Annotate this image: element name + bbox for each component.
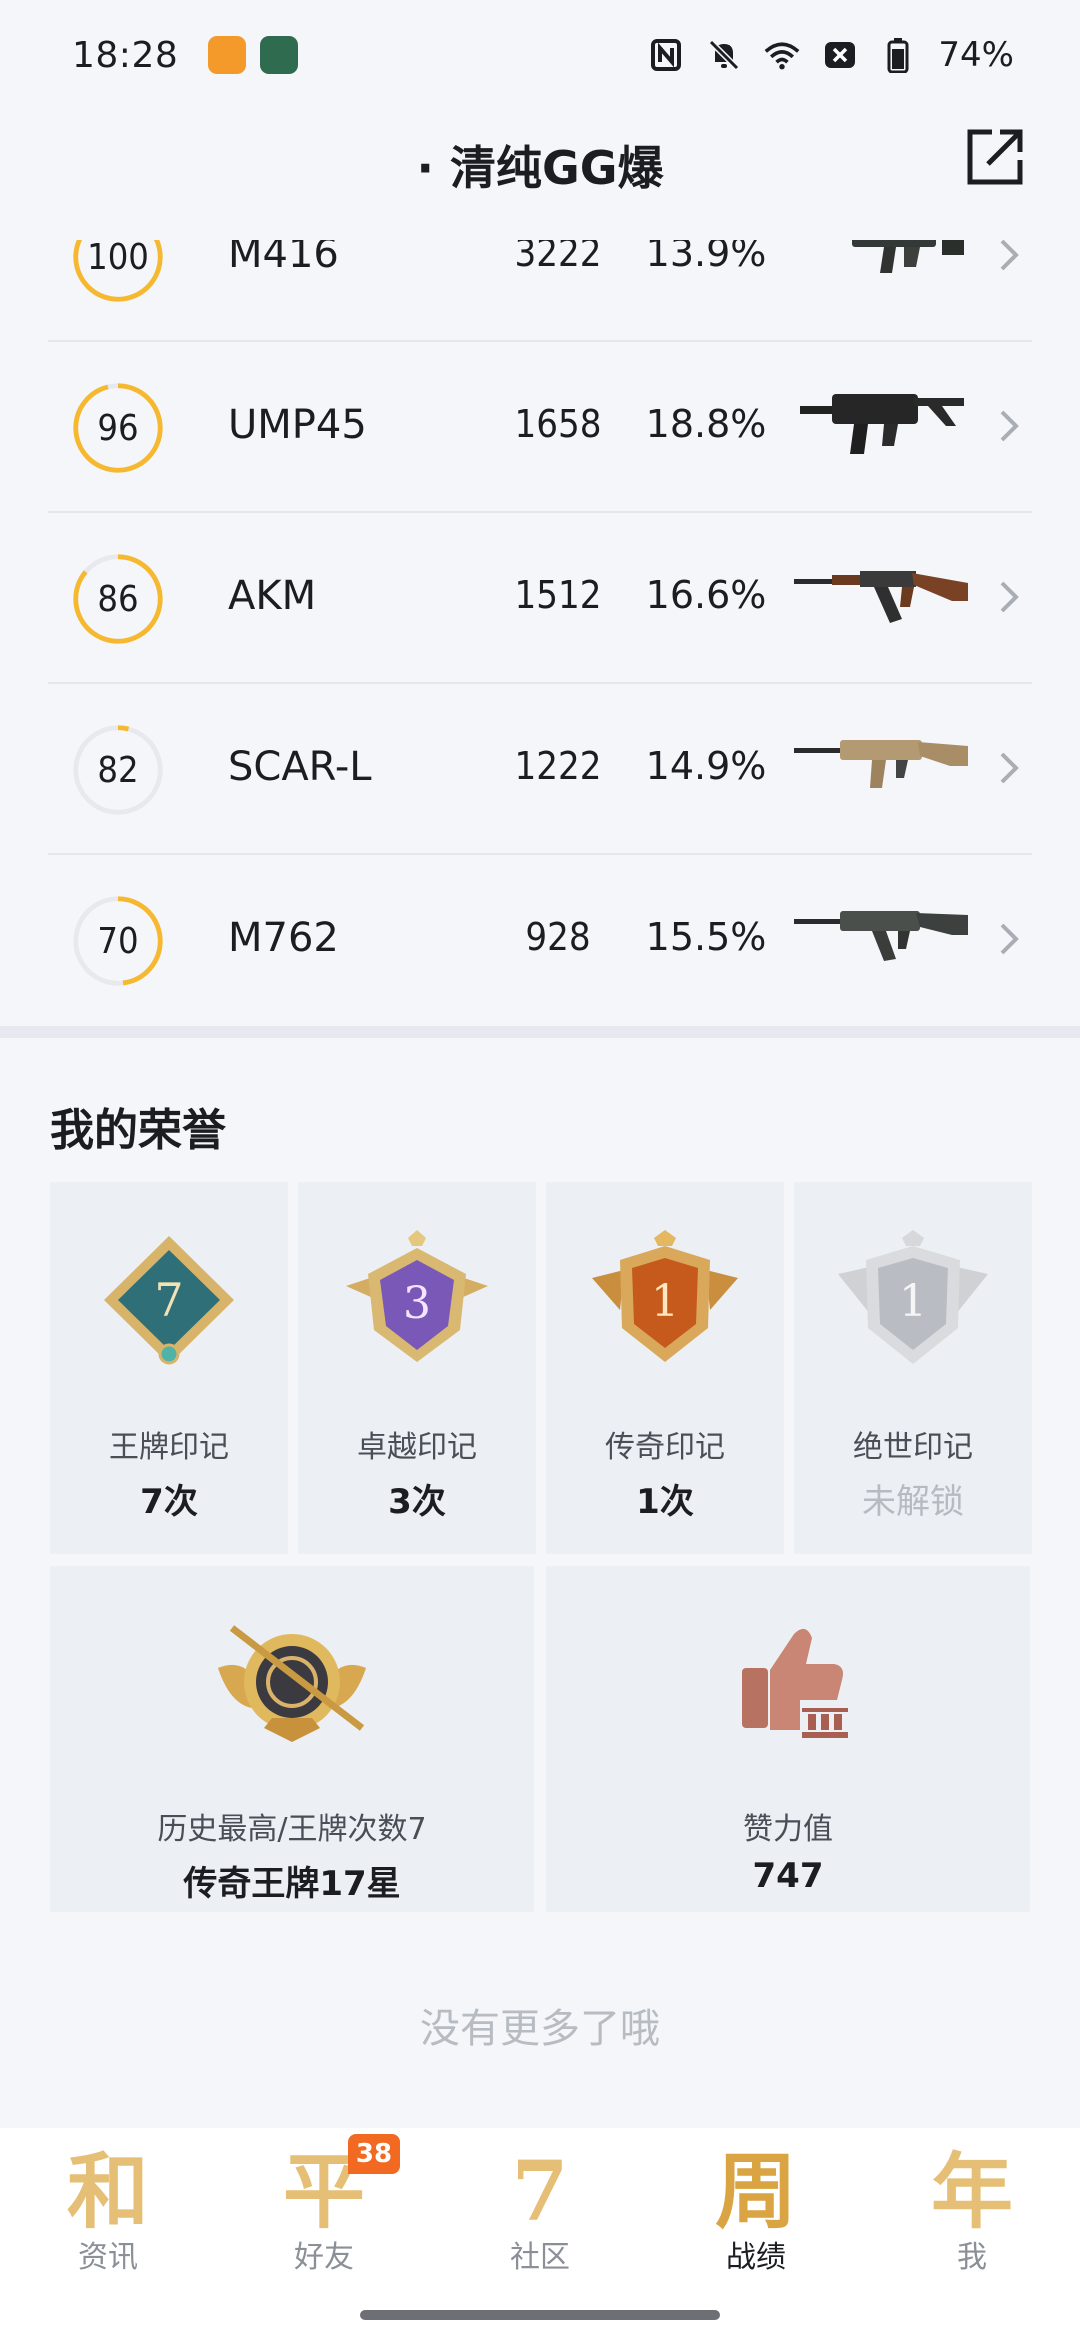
medal-card[interactable]: 1 绝世印记 未解锁 <box>794 1182 1032 1554</box>
chevron-right-icon <box>1000 581 1019 613</box>
weapon-rate: 18.8% <box>645 402 767 446</box>
likes-card[interactable]: 赞力值 747 <box>546 1566 1030 1912</box>
weapon-rate: 16.6% <box>645 573 767 617</box>
weapon-row[interactable]: 82 SCAR-L 1222 14.9% <box>48 684 1032 855</box>
external-share-icon[interactable] <box>962 124 1028 190</box>
highest-rank-label: 历史最高/王牌次数7 <box>157 1812 427 1847</box>
peerless-mark-medal-icon: 1 <box>838 1230 988 1364</box>
medal-label: 卓越印记 <box>357 1430 477 1465</box>
svg-text:1: 1 <box>651 1276 679 1327</box>
tab-community[interactable]: 7 社区 <box>432 2128 648 2318</box>
ace-mark-medal-icon: 7 <box>104 1236 234 1365</box>
scar-l-rifle-icon <box>794 740 968 788</box>
weapon-name: AKM <box>228 573 317 619</box>
tab-label: 好友 <box>294 2240 354 2275</box>
wifi-icon <box>764 37 800 73</box>
me-tab-icon: 年 <box>930 2144 1013 2240</box>
status-time: 18:28 <box>72 34 179 76</box>
honors-section: 我的荣誉 7 王牌印记 7次 3 卓越印记 3次 1 传奇印记 1次 1 绝世印… <box>0 1038 1080 2128</box>
medal-count: 7次 <box>140 1482 198 1522</box>
tab-news[interactable]: 和 资讯 <box>0 2128 216 2318</box>
chevron-right-icon <box>1000 239 1019 271</box>
chevron-right-icon <box>1000 752 1019 784</box>
weapon-score: 86 <box>97 578 139 620</box>
highest-rank-card[interactable]: 历史最高/王牌次数7 传奇王牌17星 <box>50 1566 534 1912</box>
weapon-score: 82 <box>97 749 139 791</box>
weapon-kills: 1658 <box>514 402 602 446</box>
chevron-right-icon <box>1000 410 1019 442</box>
status-bar: 18:28 74% <box>0 0 1080 110</box>
tab-friends[interactable]: 平 38 好友 <box>216 2128 432 2318</box>
akm-rifle-icon <box>794 571 968 623</box>
page-title: · 清纯GG爆 <box>416 141 664 195</box>
community-tab-icon: 7 <box>511 2144 569 2240</box>
ump45-smg-icon <box>800 394 964 454</box>
thumbs-up-trophy-icon <box>742 1628 850 1738</box>
weapon-row[interactable]: 86 AKM 1512 16.6% <box>48 513 1032 684</box>
tab-label: 战绩 <box>726 2240 786 2275</box>
news-tab-icon: 和 <box>66 2144 149 2240</box>
weapon-kills: 1512 <box>514 573 602 617</box>
excellence-mark-medal-icon: 3 <box>346 1230 488 1362</box>
weapon-score: 96 <box>97 407 139 449</box>
honors-title: 我的荣誉 <box>50 1105 226 1156</box>
medal-count: 1次 <box>636 1482 694 1522</box>
tab-label: 我 <box>957 2240 987 2275</box>
battery-percent: 74% <box>938 35 1014 75</box>
weapon-row[interactable]: 70 M762 928 15.5% <box>48 855 1032 1026</box>
mute-icon <box>706 37 742 73</box>
weapon-row[interactable]: 96 UMP45 1658 18.8% <box>48 342 1032 513</box>
weapon-score: 70 <box>97 920 139 962</box>
weapon-name: SCAR-L <box>228 744 372 790</box>
medal-count: 3次 <box>388 1482 446 1522</box>
likes-label: 赞力值 <box>743 1812 833 1847</box>
medal-card[interactable]: 1 传奇印记 1次 <box>546 1182 784 1554</box>
battery-icon <box>880 37 916 73</box>
legend-ace-rank-icon <box>218 1625 366 1742</box>
tab-label: 资讯 <box>78 2240 138 2275</box>
tab-me[interactable]: 年 我 <box>864 2128 1080 2318</box>
page-header: · 清纯GG爆 <box>0 110 1080 240</box>
medal-label: 王牌印记 <box>109 1430 229 1465</box>
tab-records[interactable]: 周 战绩 <box>648 2128 864 2318</box>
weapon-name: M762 <box>228 915 339 961</box>
weapon-kills: 1222 <box>514 744 602 788</box>
calendar-app-icon <box>208 36 247 74</box>
weapon-name: UMP45 <box>228 402 367 448</box>
m762-rifle-icon <box>794 911 968 961</box>
home-indicator[interactable] <box>360 2310 720 2320</box>
game-helper-app-icon <box>260 36 299 74</box>
section-divider <box>0 1026 1080 1038</box>
weapon-kills: 928 <box>525 915 591 959</box>
nfc-icon <box>648 37 684 73</box>
medal-card[interactable]: 3 卓越印记 3次 <box>298 1182 536 1554</box>
weapon-rate: 14.9% <box>645 744 767 788</box>
medal-label: 绝世印记 <box>853 1430 973 1465</box>
medal-count-locked: 未解锁 <box>862 1482 964 1522</box>
bottom-tab-bar: 和 资讯 平 38 好友 7 社区 周 战绩 年 我 <box>0 2128 1080 2340</box>
weapon-stats-list: 100 M416 3222 13.9% 96 UMP45 1658 18.8% <box>0 200 1080 1030</box>
svg-text:3: 3 <box>403 1278 431 1329</box>
medal-label: 传奇印记 <box>605 1430 725 1465</box>
chevron-right-icon <box>1000 923 1019 955</box>
end-of-list-text: 没有更多了哦 <box>420 2006 660 2052</box>
sim-off-icon <box>822 37 858 73</box>
svg-text:7: 7 <box>154 1273 183 1327</box>
weapon-rate: 15.5% <box>645 915 767 959</box>
highest-rank-value: 传奇王牌17星 <box>183 1864 401 1904</box>
friends-count-badge: 38 <box>348 2134 400 2174</box>
likes-value: 747 <box>752 1856 824 1896</box>
legend-mark-medal-icon: 1 <box>592 1230 738 1362</box>
svg-text:1: 1 <box>899 1276 927 1327</box>
records-tab-icon: 周 <box>714 2144 797 2240</box>
status-indicators: 74% <box>648 35 1014 75</box>
medal-card[interactable]: 7 王牌印记 7次 <box>50 1182 288 1554</box>
status-app-icons <box>208 36 299 74</box>
tab-label: 社区 <box>510 2240 570 2275</box>
